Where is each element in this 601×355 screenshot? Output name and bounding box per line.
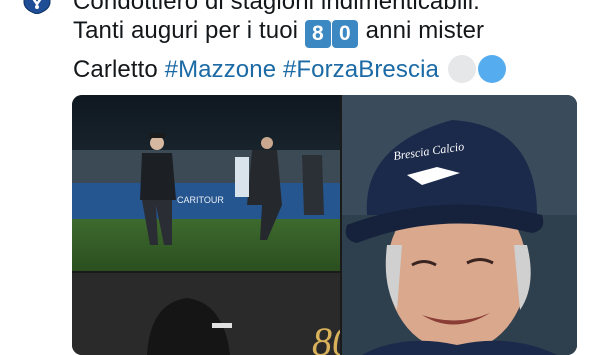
photo-stadium-celebration: CARITOUR [72,95,340,271]
hashtag-link-mazzone[interactable]: #Mazzone [165,56,277,83]
tweet-media-image[interactable]: CARITOUR Brescia Calcio 8 [72,95,577,355]
photo-lower-left: 80 [72,273,340,355]
keycap-8-emoji: 8 [304,20,331,48]
photo-portrait-cap: Brescia Calcio [342,95,577,355]
white-circle-emoji [447,55,476,83]
tweet-text-line-3: Carletto #Mazzone #ForzaBrescia [73,55,506,84]
tweet-text-line-1: Condottiero di stagioni indimenticabili. [73,0,480,16]
gold-number: 80 [312,319,340,355]
club-crest-icon[interactable] [22,0,52,14]
tweet-text: anni mister [365,17,485,44]
blue-circle-emoji [477,55,506,83]
keycap-0-emoji: 0 [331,20,358,48]
tweet-text: Condottiero di stagioni indimenticabili. [73,0,480,15]
stadium-banner-text: CARITOUR [177,195,224,205]
tweet-text-line-2: Tanti auguri per i tuoi 80 anni mister [73,17,484,48]
tweet-text: Tanti auguri per i tuoi [73,17,299,44]
hashtag-link-forzabrescia[interactable]: #ForzaBrescia [283,56,439,83]
tweet-text: Carletto [73,56,158,83]
